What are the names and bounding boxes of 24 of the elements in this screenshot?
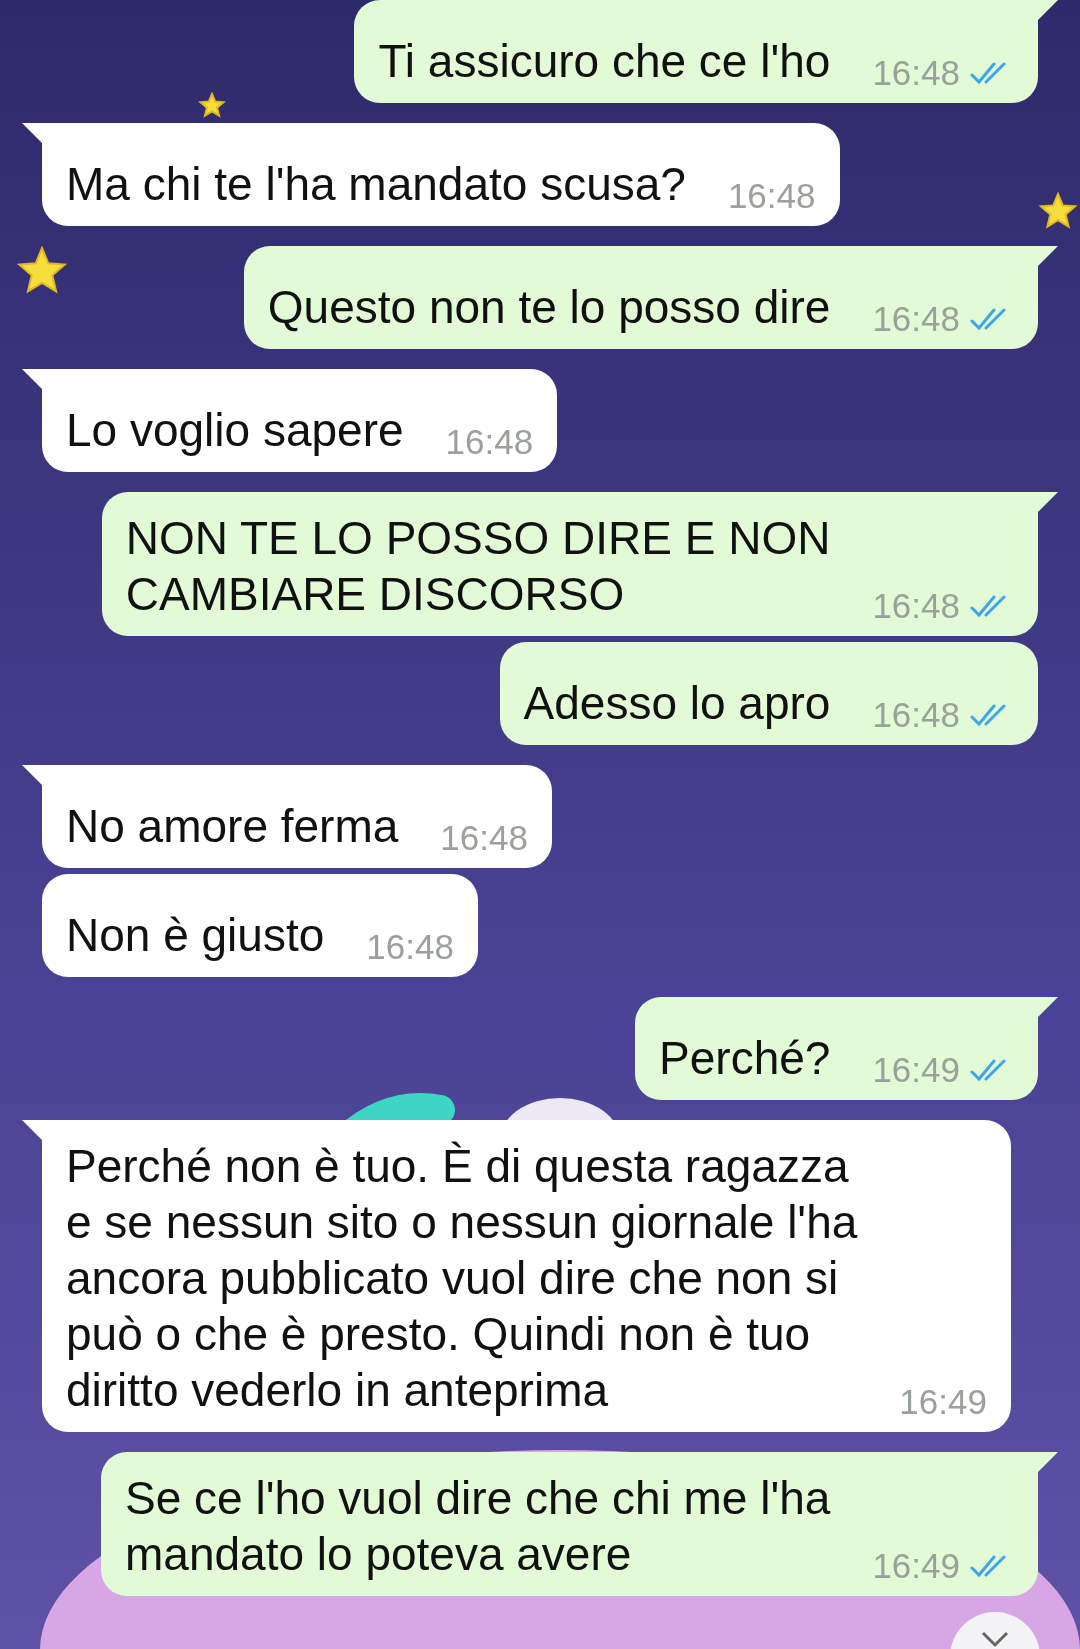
message-text: Se ce l'ho vuol dire che chi me l'ha mandato lo poteva avere xyxy=(125,1471,831,1582)
message-text: Non è giusto xyxy=(66,908,325,963)
message-text: Ti assicuro che ce l'ho xyxy=(378,34,831,89)
message-text: No amore ferma xyxy=(66,799,399,854)
message-text: Questo non te lo posso dire xyxy=(267,280,831,335)
message-text: Perché non è tuo. È di questa ragazza e se nessun sito o nessun giornale l'ha ancora pubblicato vuol dire che non si può o che è presto. Quindi non è tuo diritto vederlo in anteprima xyxy=(66,1139,858,1418)
message-time: 16:48 xyxy=(366,927,454,967)
message-time: 16:48 xyxy=(445,422,534,462)
message-text: Lo voglio sapere xyxy=(66,403,404,458)
message-time: 16:48 xyxy=(727,176,816,216)
message-time: 16:48 xyxy=(872,695,960,735)
message-time: 16:49 xyxy=(899,1382,987,1422)
message-text: Perché? xyxy=(659,1031,831,1086)
message-time: 16:49 xyxy=(872,1546,960,1586)
message-time: 16:48 xyxy=(440,818,528,858)
message-time: 16:48 xyxy=(872,53,960,93)
message-text: NON TE LO POSSO DIRE E NON CAMBIARE DISCORSO xyxy=(125,511,831,622)
chevron-down-icon xyxy=(980,1630,1010,1648)
message-text: Ma chi te l'ha mandato scusa? xyxy=(66,157,686,212)
message-text: Adesso lo apro xyxy=(523,676,831,731)
message-time: 16:48 xyxy=(872,586,960,626)
message-time: 16:48 xyxy=(872,299,960,339)
star-icon xyxy=(198,92,226,120)
message-time: 16:49 xyxy=(872,1050,960,1090)
